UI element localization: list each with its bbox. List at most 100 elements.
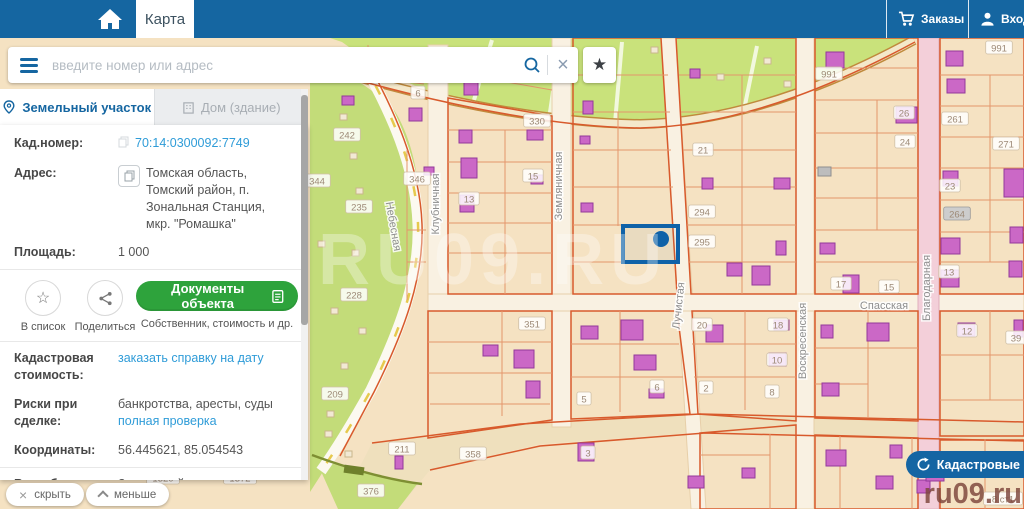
search-icon[interactable] [517,47,547,83]
parcel-label: 211 [389,442,416,456]
menu-icon[interactable] [20,58,38,73]
documents-caption: Собственник, стоимость и др. [136,318,298,330]
parcel-label: 20 [692,318,712,332]
small-building [764,58,771,64]
parcel-label: 21 [693,143,713,157]
street-label: Земляничная [553,152,565,221]
star-icon: ★ [592,55,607,75]
panel-body: Кад.номер: 70:14:0300092:7749 Адрес: Том… [0,125,308,480]
svg-text:15: 15 [884,283,895,294]
building [890,445,902,458]
site-watermark: ru09.ru [924,478,1022,509]
favorites-button[interactable]: ★ [583,47,616,83]
scrollbar-thumb[interactable] [301,95,308,325]
object-type-label: Вид объекта недвижимости [14,476,118,480]
field-object-type: Вид объекта недвижимости Земельный участ… [0,470,308,480]
area-label: Площадь: [14,244,118,261]
svg-text:294: 294 [694,208,710,219]
small-building [717,74,724,80]
object-documents-button[interactable]: Документы объекта [136,281,298,311]
tab-map[interactable]: Карта [136,0,194,38]
copy-address-button[interactable] [118,165,140,187]
actions-row: ☆ В список Поделиться Документы объекта [0,272,308,339]
close-icon: × [19,488,27,502]
svg-text:5: 5 [581,395,586,406]
cad-number-link[interactable]: 70:14:0300092:7749 [135,135,250,152]
svg-text:264: 264 [949,210,965,221]
coordinates-value: 56.445621, 85.054543 [118,442,243,459]
building [826,52,844,68]
documents-label: Документы объекта [150,281,265,311]
address-value: Томская область, Томский район, п. Зонал… [146,165,292,233]
building [459,130,472,143]
hide-panel-button[interactable]: × скрыть [6,483,84,506]
svg-text:376: 376 [363,487,379,498]
building [1004,169,1024,197]
building [461,158,477,178]
parcel-label: 3 [581,446,595,460]
svg-text:18: 18 [773,321,784,332]
small-building [651,47,658,53]
less-label: меньше [114,489,156,501]
building [776,241,786,255]
road-voskresenskaya [796,38,814,509]
parcel-label: 235 [346,200,373,214]
svg-text:295: 295 [694,238,710,249]
building [702,178,713,189]
separator [968,0,969,38]
tab-land-parcel[interactable]: Земельный участок [0,89,154,125]
building [947,79,965,93]
clear-search-icon[interactable]: × [548,47,578,83]
svg-text:6: 6 [415,89,420,100]
parcel-label: 6 [411,86,425,100]
parcel-label: 295 [689,235,716,249]
building [581,326,598,339]
orders-label: Заказы [921,12,964,26]
svg-text:991: 991 [821,70,837,81]
parcel-label: 13 [459,192,479,206]
divider [0,341,308,342]
svg-text:24: 24 [900,138,911,149]
small-building [340,114,347,120]
parcel-label: 10 [767,353,787,367]
field-address: Адрес: Томская область, Томский район, п… [0,159,308,239]
svg-text:3: 3 [585,449,590,460]
field-coordinates: Координаты: 56.445621, 85.054543 [0,436,308,465]
parcel-label: 294 [689,205,716,219]
copy-icon[interactable] [118,136,129,153]
building [752,266,770,285]
parcel-label: 23 [940,179,960,193]
login-button[interactable]: Вход [980,0,1024,38]
parcel-label: 12 [957,324,977,338]
risks-label: Риски при сделке: [14,396,118,430]
add-to-list-button[interactable]: ☆ [25,280,61,316]
tab-building[interactable]: Дом (здание) [154,89,309,125]
building [821,325,833,338]
building [690,69,700,78]
parcel-label: 2 [699,381,713,395]
order-certificate-link[interactable]: заказать справку на дату [118,350,264,367]
building [514,350,534,368]
home-button[interactable] [84,0,136,38]
small-building [327,411,334,417]
parcel-label: 15 [523,169,543,183]
share-button[interactable] [87,280,123,316]
building [580,136,590,144]
small-building [345,451,352,457]
app-window: 3443462422352282092113583763306131529429… [0,0,1024,509]
orders-button[interactable]: Заказы [898,0,964,38]
building [727,263,742,276]
small-building [325,431,332,437]
svg-text:13: 13 [464,195,475,206]
building [826,450,846,466]
full-check-link[interactable]: полная проверка [118,414,217,428]
cadastral-layers-button[interactable]: Кадастровые [906,451,1024,478]
parcel-label: 261 [942,112,969,126]
collapse-panel-button[interactable]: меньше [86,483,169,506]
svg-text:10: 10 [772,356,783,367]
search-input[interactable] [50,57,517,74]
panel-tabs: Земельный участок Дом (здание) [0,89,308,125]
building [688,476,704,488]
user-icon [980,11,995,27]
svg-text:23: 23 [945,182,956,193]
